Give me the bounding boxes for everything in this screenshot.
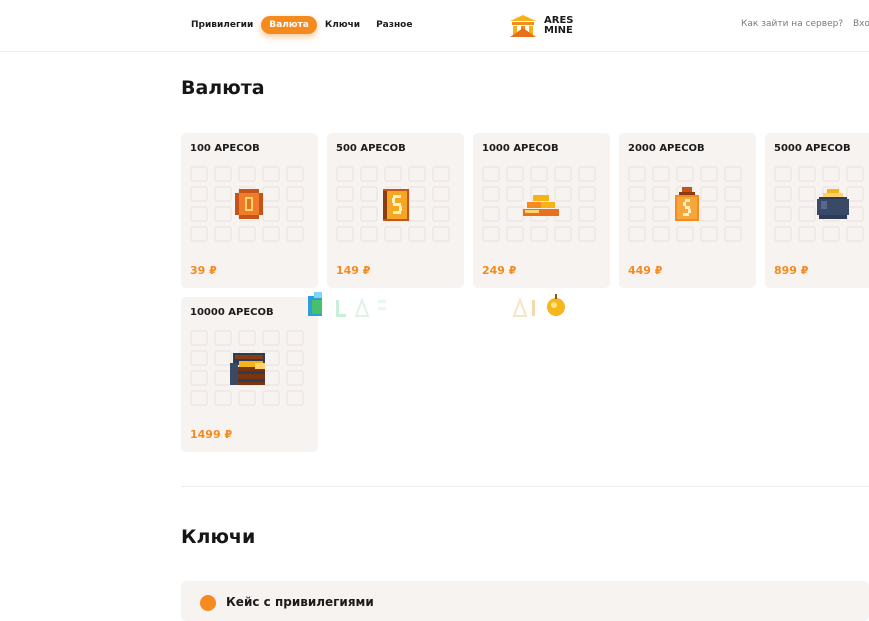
card-price: 149 ₽ — [336, 264, 371, 277]
currency-card-500[interactable]: 500 АРЕСОВ 149 ₽ — [327, 133, 464, 288]
card-price: 39 ₽ — [190, 264, 217, 277]
nav-currency[interactable]: Валюта — [261, 16, 317, 34]
pot-of-gold-icon — [817, 189, 849, 219]
keys-section-title: Ключи — [181, 526, 256, 548]
card-price: 899 ₽ — [774, 264, 809, 277]
card-title: 2000 АРЕСОВ — [628, 143, 705, 154]
logo-text: ARES MINE — [544, 16, 573, 36]
section-divider — [181, 486, 869, 487]
logo-line-2: MINE — [544, 25, 573, 36]
ares-logo-icon — [510, 15, 536, 37]
currency-card-1000[interactable]: 1000 АРЕСОВ 249 ₽ — [473, 133, 610, 288]
currency-card-2000[interactable]: 2000 АРЕСОВ 449 ₽ — [619, 133, 756, 288]
money-bag-icon — [675, 187, 699, 221]
privilege-case-item[interactable]: Кейс с привилегиями — [181, 581, 869, 621]
nav-privileges[interactable]: Привилегии — [183, 16, 261, 34]
card-price: 1499 ₽ — [190, 428, 233, 441]
card-title: 500 АРЕСОВ — [336, 143, 406, 154]
currency-card-10000[interactable]: 10000 АРЕСОВ 1499 ₽ — [181, 297, 318, 452]
card-title: 1000 АРЕСОВ — [482, 143, 559, 154]
how-to-join-link[interactable]: Как зайти на сервер? — [741, 19, 843, 29]
logo[interactable]: ARES MINE — [509, 14, 573, 38]
card-title: 100 АРЕСОВ — [190, 143, 260, 154]
header: Привилегии Валюта Ключи Разное ARES MINE… — [0, 0, 869, 52]
currency-card-5000[interactable]: 5000 АРЕСОВ 899 ₽ — [765, 133, 869, 288]
privilege-case-label: Кейс с привилегиями — [226, 595, 374, 609]
currency-section-title: Валюта — [181, 77, 265, 99]
card-title: 5000 АРЕСОВ — [774, 143, 851, 154]
gold-bars-icon — [523, 195, 559, 216]
nav-misc[interactable]: Разное — [368, 16, 420, 34]
card-price: 249 ₽ — [482, 264, 517, 277]
nav-keys[interactable]: Ключи — [317, 16, 368, 34]
treasure-chest-icon — [230, 353, 265, 385]
watermark-icon — [308, 292, 565, 317]
main-nav: Привилегии Валюта Ключи Разное — [183, 16, 420, 34]
login-link[interactable]: Вхо — [853, 19, 869, 29]
currency-card-100[interactable]: 100 АРЕСОВ 39 ₽ — [181, 133, 318, 288]
card-title: 10000 АРЕСОВ — [190, 307, 274, 318]
card-price: 449 ₽ — [628, 264, 663, 277]
crown-icon — [200, 595, 216, 611]
coin-icon — [235, 189, 263, 219]
gold-book-icon — [383, 189, 409, 221]
